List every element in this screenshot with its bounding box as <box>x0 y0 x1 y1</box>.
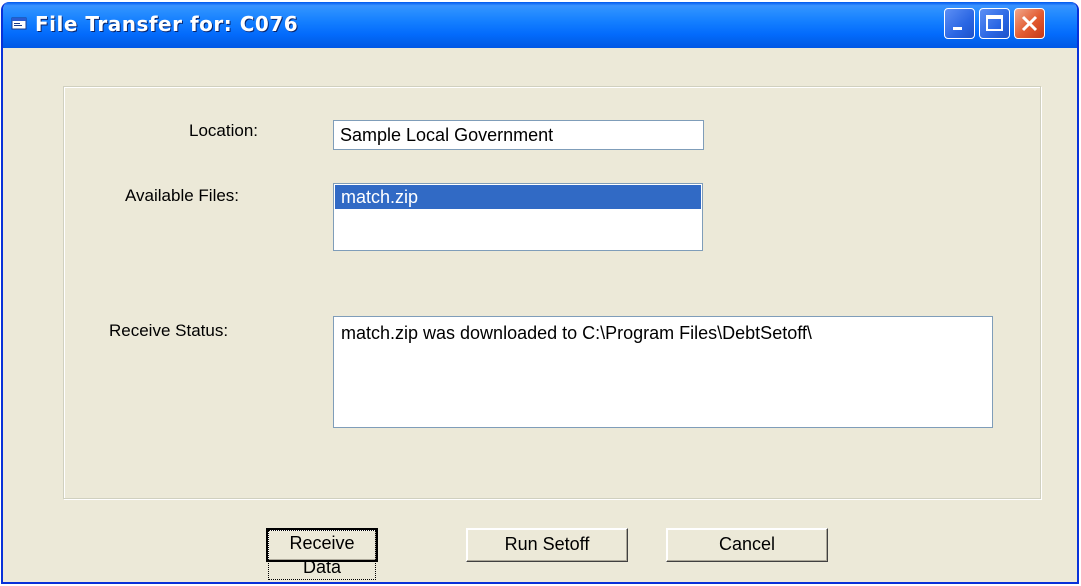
receive-data-button[interactable]: Receive Data <box>266 528 378 580</box>
cancel-button[interactable]: Cancel <box>666 528 828 562</box>
run-setoff-button[interactable]: Run Setoff <box>466 528 628 562</box>
available-files-list[interactable]: match.zip <box>333 183 703 251</box>
app-window-icon[interactable] <box>11 16 27 32</box>
close-icon <box>1021 15 1038 32</box>
close-button[interactable] <box>1014 8 1045 39</box>
receive-status-box[interactable]: match.zip was downloaded to C:\Program F… <box>333 316 993 428</box>
receive-data-label: Receive Data <box>268 530 376 580</box>
location-field[interactable]: Sample Local Government <box>333 120 704 150</box>
title-bar[interactable]: File Transfer for: C076 <box>3 2 1077 48</box>
minimize-button[interactable] <box>944 8 975 39</box>
available-files-label: Available Files: <box>125 186 240 205</box>
file-transfer-window: File Transfer for: C076 Location: Sample… <box>1 2 1079 584</box>
minimize-icon <box>953 27 962 30</box>
receive-status-label: Receive Status: <box>109 321 229 340</box>
location-label: Location: <box>189 121 258 140</box>
maximize-button[interactable] <box>979 8 1010 39</box>
list-item[interactable]: match.zip <box>335 185 701 209</box>
maximize-icon <box>986 15 1003 31</box>
window-title: File Transfer for: C076 <box>35 12 299 36</box>
